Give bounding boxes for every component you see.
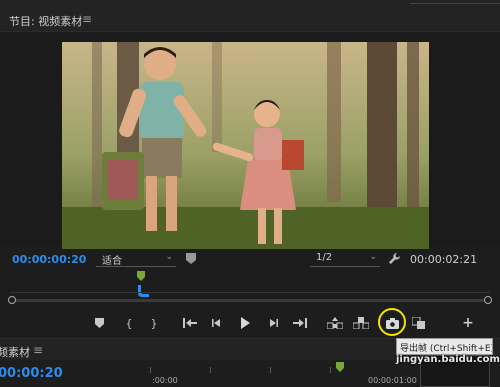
- duration-timecode: 00:00:02:21: [410, 253, 478, 266]
- extract-icon: [353, 317, 369, 329]
- go-to-in-icon: [183, 318, 197, 328]
- top-panel-strip: [0, 0, 500, 8]
- plus-icon: +: [462, 315, 474, 331]
- resolution-select-value: 1/2: [316, 252, 333, 263]
- scrollbar-handle-right[interactable]: [484, 296, 492, 304]
- go-to-out-icon: [293, 318, 307, 328]
- video-image: [62, 42, 429, 249]
- panel-divider: [410, 0, 500, 4]
- step-back-icon: [212, 319, 220, 327]
- export-frame-tooltip: 导出帧 (Ctrl+Shift+E): [396, 338, 493, 355]
- go-to-in-button[interactable]: [181, 314, 199, 332]
- play-button[interactable]: [236, 314, 254, 332]
- step-forward-icon: [270, 319, 278, 327]
- ruler-tick: [270, 367, 271, 373]
- ruler-tick: [150, 367, 151, 373]
- ruler-tick: [210, 367, 211, 373]
- compare-icon: [412, 317, 425, 329]
- extract-button[interactable]: [352, 314, 370, 332]
- chevron-down-icon: ⌄: [165, 252, 173, 262]
- timeline-ruler: [10, 292, 490, 297]
- program-monitor-tab[interactable]: 节目: 视频素材 ≡: [0, 8, 500, 32]
- bracket-left-icon: {: [125, 316, 133, 330]
- lift-icon: [327, 317, 343, 329]
- ruler-label: 00:00:01:00: [368, 376, 417, 385]
- transport-controls: { } +: [0, 312, 500, 334]
- monitor-info-bar: 00:00:00:20 适合 ⌄ 1/2 ⌄ 00:00:02:21: [0, 249, 500, 269]
- sequence-timecode[interactable]: 00:00:20: [0, 366, 63, 381]
- highlight-circle: [378, 308, 406, 336]
- sequence-marker-icon: [336, 362, 344, 372]
- watermark-text: jingyan.baidu.com: [396, 354, 500, 365]
- zoom-scrollbar[interactable]: [8, 296, 492, 304]
- playhead-timecode[interactable]: 00:00:00:20: [12, 253, 86, 266]
- scrollbar-handle-left[interactable]: [8, 296, 16, 304]
- lift-button[interactable]: [326, 314, 344, 332]
- chevron-down-icon: ⌄: [369, 252, 377, 262]
- step-back-button[interactable]: [208, 314, 226, 332]
- marker-icon: [94, 318, 104, 328]
- video-frame: [62, 42, 429, 249]
- in-point-marker-icon: [137, 271, 145, 281]
- fit-select-value: 适合: [102, 256, 122, 267]
- ruler-tick: [330, 367, 331, 373]
- bracket-right-icon: }: [150, 316, 158, 330]
- resolution-select[interactable]: 1/2 ⌄: [310, 251, 380, 267]
- mark-out-button[interactable]: }: [145, 314, 163, 332]
- panel-menu-icon[interactable]: ≡: [82, 12, 92, 26]
- step-forward-button[interactable]: [264, 314, 282, 332]
- wrench-icon[interactable]: [388, 252, 401, 265]
- ruler-label: :00:00: [152, 376, 178, 385]
- compare-button[interactable]: [410, 314, 428, 332]
- fit-select[interactable]: 适合 ⌄: [96, 251, 176, 267]
- mark-in-button[interactable]: {: [120, 314, 138, 332]
- panel-menu-icon[interactable]: ≡: [33, 343, 43, 357]
- monitor-mini-timeline[interactable]: [8, 268, 492, 308]
- button-editor-button[interactable]: +: [459, 314, 477, 332]
- go-to-out-button[interactable]: [291, 314, 309, 332]
- add-marker-button[interactable]: [90, 314, 108, 332]
- play-icon: [241, 317, 250, 329]
- sequence-title: 频素材: [0, 346, 30, 359]
- program-monitor-title: 节目: 视频素材: [9, 15, 83, 28]
- marker-icon[interactable]: [186, 253, 196, 264]
